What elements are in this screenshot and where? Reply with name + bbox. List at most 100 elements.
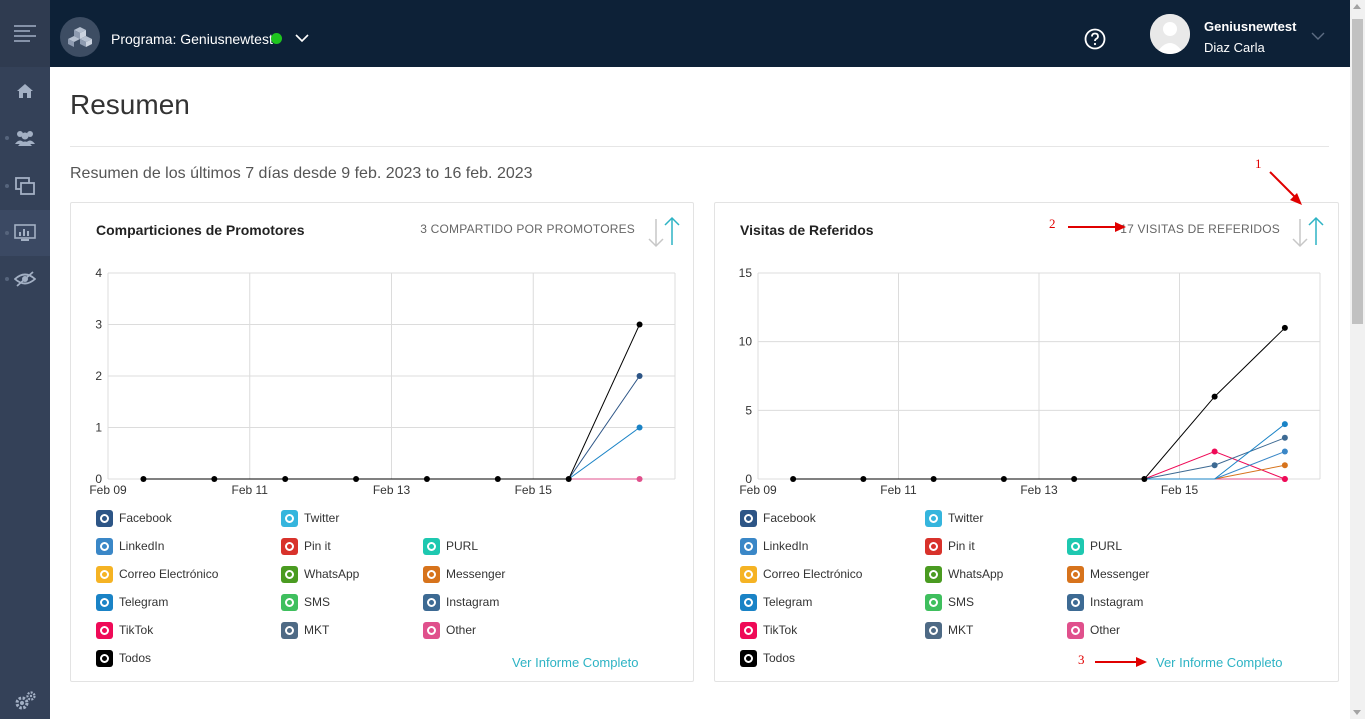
y-tick-label: 15 [739, 266, 753, 280]
data-point [565, 476, 572, 482]
legend-item-messenger[interactable]: Messenger [1067, 564, 1149, 584]
legend-swatch [1067, 593, 1084, 611]
data-point [1281, 434, 1288, 441]
users-icon[interactable] [14, 127, 36, 149]
legend-swatch [740, 621, 757, 639]
legend-item-linkedin[interactable]: LinkedIn [96, 536, 164, 556]
legend-label: Instagram [446, 595, 500, 609]
legend-item-correo-electr-nico[interactable]: Correo Electrónico [740, 564, 862, 584]
legend-label: Facebook [763, 511, 816, 525]
legend-item-twitter[interactable]: Twitter [925, 508, 983, 528]
page-scrollbar[interactable] [1350, 0, 1365, 719]
data-point [211, 476, 218, 482]
legend-item-facebook[interactable]: Facebook [96, 508, 172, 528]
legend-item-tiktok[interactable]: TikTok [740, 620, 797, 640]
legend-label: Correo Electrónico [763, 567, 863, 581]
copy-icon[interactable] [14, 175, 36, 197]
user-name[interactable]: Geniusnewtest [1204, 19, 1296, 34]
legend-item-todos[interactable]: Todos [96, 648, 151, 668]
legend-item-mkt[interactable]: MKT [925, 620, 973, 640]
legend-item-instagram[interactable]: Instagram [423, 592, 499, 612]
legend-label: Messenger [446, 567, 506, 581]
legend-item-other[interactable]: Other [1067, 620, 1120, 640]
y-tick-label: 4 [95, 266, 102, 280]
legend-item-pin-it[interactable]: Pin it [281, 536, 331, 556]
legend-label: Other [1090, 623, 1121, 637]
top-header: Programa: Geniusnewtest Geniusnewtest Di… [50, 0, 1350, 67]
y-tick-label: 2 [95, 369, 102, 383]
user-subname[interactable]: Diaz Carla [1204, 40, 1265, 55]
legend-item-telegram[interactable]: Telegram [740, 592, 812, 612]
legend-item-sms[interactable]: SMS [281, 592, 330, 612]
legend-item-other[interactable]: Other [423, 620, 476, 640]
data-point [353, 476, 360, 482]
home-icon[interactable] [14, 80, 36, 102]
legend-label: TikTok [119, 623, 154, 637]
legend-item-purl[interactable]: PURL [1067, 536, 1122, 556]
y-tick-label: 10 [739, 335, 753, 349]
x-tick-label: Feb 11 [880, 483, 917, 497]
scroll-up-icon[interactable] [1353, 4, 1361, 9]
legend-item-purl[interactable]: PURL [423, 536, 478, 556]
data-point [1211, 448, 1218, 455]
legend-swatch [1067, 621, 1084, 639]
settings-icon[interactable] [14, 690, 36, 712]
legend-swatch [96, 649, 113, 667]
menu-toggle-icon[interactable] [14, 22, 36, 44]
legend-item-correo-electr-nico[interactable]: Correo Electrónico [96, 564, 218, 584]
sidebar-dot [5, 136, 9, 140]
y-tick-label: 1 [95, 421, 102, 435]
legend-item-linkedin[interactable]: LinkedIn [740, 536, 808, 556]
legend-label: Telegram [763, 595, 813, 609]
data-point [1281, 448, 1288, 455]
full-report-link[interactable]: Ver Informe Completo [512, 655, 638, 670]
eye-off-icon[interactable] [14, 268, 36, 290]
legend-label: LinkedIn [119, 539, 165, 553]
legend-item-mkt[interactable]: MKT [281, 620, 329, 640]
promoter-shares-chart: 01234Feb 09 Feb 11 Feb 13 Feb 15 [89, 266, 676, 497]
x-tick-label: Feb 13 [373, 483, 411, 497]
data-point [1211, 393, 1218, 400]
legend-item-tiktok[interactable]: TikTok [96, 620, 153, 640]
legend-item-facebook[interactable]: Facebook [740, 508, 816, 528]
promoter-shares-card: Comparticiones de Promotores 3 COMPARTID… [70, 202, 694, 682]
legend-swatch [423, 621, 440, 639]
data-point [1000, 476, 1007, 482]
legend-item-messenger[interactable]: Messenger [423, 564, 505, 584]
legend-swatch [96, 537, 113, 555]
legend-swatch [925, 593, 942, 611]
data-point [423, 476, 430, 482]
legend-item-whatsapp[interactable]: WhatsApp [925, 564, 1003, 584]
program-selector-label[interactable]: Programa: Geniusnewtest [111, 31, 273, 47]
legend-item-whatsapp[interactable]: WhatsApp [281, 564, 359, 584]
legend-swatch [925, 565, 942, 583]
full-report-link[interactable]: Ver Informe Completo [1156, 655, 1282, 670]
legend-swatch [1067, 537, 1084, 555]
x-tick-label: Feb 09 [89, 483, 127, 497]
annotation-label: 3 [1078, 652, 1085, 667]
legend-item-telegram[interactable]: Telegram [96, 592, 168, 612]
legend-item-pin-it[interactable]: Pin it [925, 536, 975, 556]
legend-item-sms[interactable]: SMS [925, 592, 974, 612]
scroll-thumb[interactable] [1352, 19, 1363, 324]
legend-item-twitter[interactable]: Twitter [281, 508, 339, 528]
annotation-label: 2 [1049, 216, 1056, 231]
legend-swatch [1067, 565, 1084, 583]
dashboard-icon[interactable] [14, 222, 36, 244]
x-tick-label: Feb 15 [1161, 483, 1199, 497]
legend-item-instagram[interactable]: Instagram [1067, 592, 1143, 612]
avatar[interactable] [1150, 14, 1190, 54]
legend-label: Instagram [1090, 595, 1144, 609]
user-chevron-down-icon[interactable] [1311, 28, 1325, 46]
data-point [636, 476, 643, 482]
data-point [930, 476, 937, 482]
data-point [1141, 476, 1148, 482]
program-logo-icon[interactable] [60, 17, 100, 57]
help-icon[interactable] [1084, 28, 1106, 50]
legend-item-todos[interactable]: Todos [740, 648, 795, 668]
legend-label: TikTok [763, 623, 798, 637]
data-point [1281, 462, 1288, 469]
scroll-down-icon[interactable] [1353, 710, 1361, 715]
chevron-down-icon[interactable] [294, 31, 310, 49]
legend-label: MKT [304, 623, 330, 637]
